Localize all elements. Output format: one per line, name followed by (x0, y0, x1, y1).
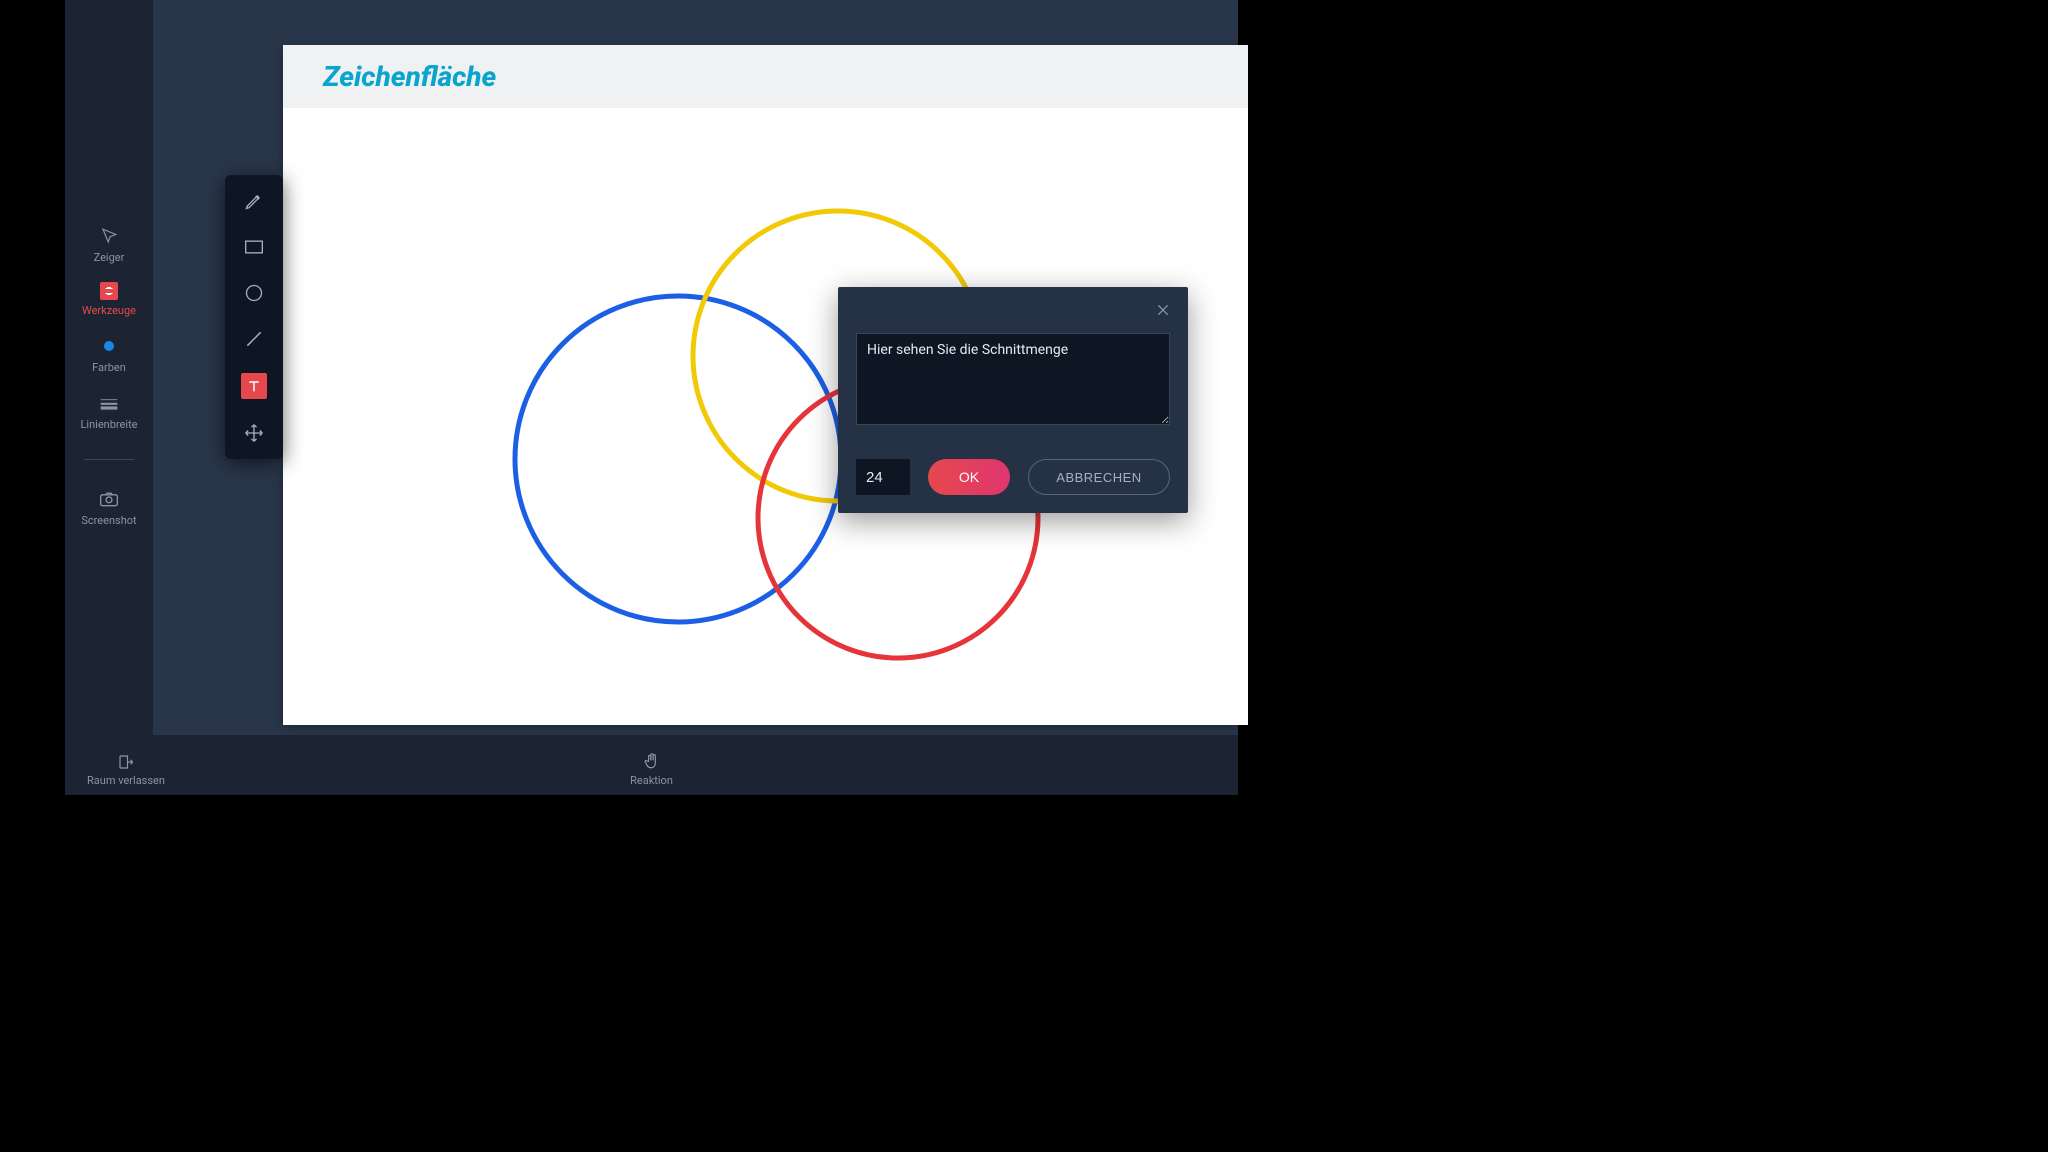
sidebar-item-pointer[interactable]: Zeiger (65, 225, 153, 264)
tool-line[interactable] (242, 327, 266, 351)
sidebar-divider (84, 459, 134, 460)
tool-flyout (225, 175, 283, 459)
sidebar-item-tools[interactable]: Werkzeuge (65, 282, 153, 317)
canvas-title: Zeichenfläche (323, 60, 496, 93)
close-button[interactable] (1152, 299, 1174, 321)
sidebar-label: Screenshot (81, 514, 136, 527)
circle-blue[interactable] (515, 296, 841, 622)
sidebar-label: Werkzeuge (82, 304, 136, 317)
leave-label: Raum verlassen (87, 774, 165, 787)
pointer-icon (98, 225, 120, 247)
bottom-bar: Raum verlassen Reaktion (65, 735, 1238, 795)
reaction-button[interactable]: Reaktion (630, 751, 673, 787)
sidebar-label: Farben (92, 361, 126, 374)
colors-icon (98, 335, 120, 357)
left-sidebar: Zeiger Werkzeuge Farben Linienbreite (65, 0, 153, 735)
sidebar-item-lineweight[interactable]: Linienbreite (65, 392, 153, 431)
leave-room-button[interactable]: Raum verlassen (87, 753, 165, 787)
cancel-button[interactable]: ABBRECHEN (1028, 459, 1170, 495)
ok-button[interactable]: OK (928, 459, 1010, 495)
tool-text[interactable] (241, 373, 267, 399)
tool-rectangle[interactable] (242, 235, 266, 259)
lineweight-icon (98, 392, 120, 414)
tool-pencil[interactable] (242, 189, 266, 213)
dialog-actions: OK ABBRECHEN (856, 459, 1170, 495)
tool-move[interactable] (242, 421, 266, 445)
tool-circle[interactable] (242, 281, 266, 305)
tools-icon (100, 282, 118, 300)
sidebar-item-screenshot[interactable]: Screenshot (65, 488, 153, 527)
app-window: Zeiger Werkzeuge Farben Linienbreite (65, 0, 1238, 795)
sidebar-label: Zeiger (94, 251, 125, 264)
camera-icon (98, 488, 120, 510)
font-size-input[interactable] (856, 459, 910, 495)
text-input[interactable] (856, 333, 1170, 425)
sidebar-label: Linienbreite (81, 418, 138, 431)
text-dialog: OK ABBRECHEN (838, 287, 1188, 513)
canvas-header: Zeichenfläche (283, 45, 1248, 108)
reaction-label: Reaktion (630, 774, 673, 787)
hand-icon (642, 751, 660, 771)
exit-icon (116, 753, 136, 771)
sidebar-item-colors[interactable]: Farben (65, 335, 153, 374)
